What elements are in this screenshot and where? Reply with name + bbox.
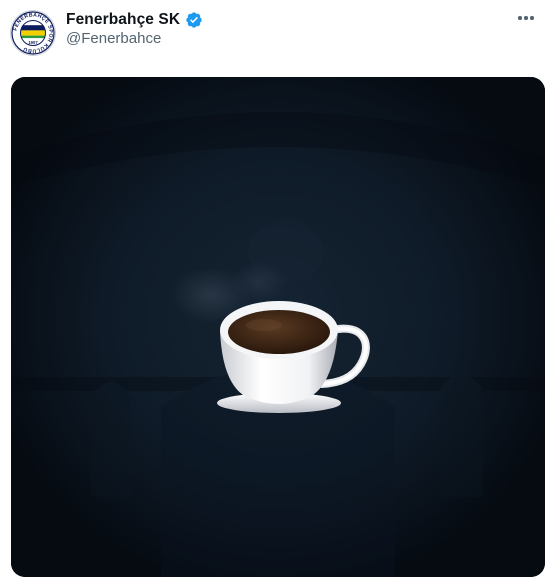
- tweet-header: FENERBAHÇE SPOR KULÜBÜ 1907 Fenerbahçe S…: [0, 0, 550, 70]
- author-name-row[interactable]: Fenerbahçe SK: [66, 11, 203, 29]
- video-frame: [11, 77, 545, 577]
- more-horizontal-icon-dot: [524, 16, 528, 20]
- author-display-name[interactable]: Fenerbahçe SK: [66, 11, 180, 29]
- avatar-year: 1907: [28, 40, 38, 45]
- more-options-button[interactable]: [514, 8, 538, 28]
- author-handle[interactable]: @Fenerbahce: [66, 30, 161, 47]
- avatar[interactable]: FENERBAHÇE SPOR KULÜBÜ 1907: [10, 10, 56, 56]
- verified-badge-icon: [185, 11, 203, 29]
- fenerbahce-crest-icon: FENERBAHÇE SPOR KULÜBÜ 1907: [10, 10, 56, 56]
- tweet-media-video[interactable]: [11, 77, 545, 577]
- more-horizontal-icon-dot: [518, 16, 522, 20]
- more-horizontal-icon-dot: [530, 16, 534, 20]
